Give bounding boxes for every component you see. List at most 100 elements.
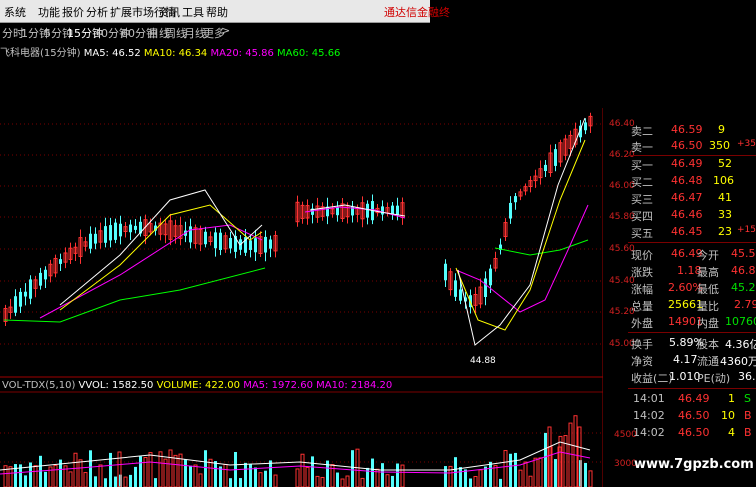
- volume-bar: [129, 474, 132, 487]
- orderbook-price: 46.45: [671, 225, 703, 238]
- tick-direction: B: [744, 409, 752, 422]
- volume-bar: [315, 475, 320, 487]
- volume-bar: [444, 466, 447, 487]
- candle-body: [459, 289, 462, 301]
- orderbook-row[interactable]: 买五 46.45 23 +15: [603, 224, 756, 240]
- orderbook-row[interactable]: 买三 46.47 41: [603, 190, 756, 206]
- ma60-line: [3, 267, 266, 323]
- orderbook-row[interactable]: 买四 46.46 33: [603, 207, 756, 223]
- ma60-label: MA60: 45.66: [277, 48, 341, 59]
- tick-row[interactable]: 14:01 46.49 1 S: [603, 391, 756, 407]
- volume-bar: [168, 449, 173, 487]
- volume-bar: [193, 464, 198, 487]
- volume-bar: [554, 459, 557, 487]
- volume-bar: [53, 464, 58, 487]
- stats-row: 收益(二) 1.010 PE(动) 36.2: [603, 369, 756, 385]
- volume-bar: [73, 452, 78, 487]
- orderbook-volume: 23: [718, 225, 732, 238]
- stat-label: 收益(二): [631, 372, 673, 385]
- stats-row: 总量 25661 量比 2.79: [603, 297, 756, 313]
- orderbook-row[interactable]: 卖二 46.59 9: [603, 122, 756, 138]
- orderbook-label: 买一: [631, 159, 653, 172]
- tick-price: 46.50: [678, 409, 710, 422]
- volume-bar: [573, 415, 578, 487]
- stat-label: 外盘: [631, 317, 653, 330]
- orderbook-price: 46.50: [671, 139, 703, 152]
- candle-body: [104, 226, 107, 243]
- volume-bar: [264, 470, 267, 487]
- stat-label: 今开: [697, 249, 719, 262]
- orderbook-volume: 350: [709, 139, 730, 152]
- volume-bar: [489, 461, 492, 487]
- candle-body: [366, 203, 369, 218]
- moving-average-lines: [3, 117, 589, 346]
- volume-bar: [320, 476, 325, 487]
- orderbook-row[interactable]: 买一 46.49 52: [603, 156, 756, 172]
- vol-ma10-label: MA10: 2184.20: [316, 380, 393, 391]
- stat-label: 内盘: [697, 317, 719, 330]
- volume-bar: [29, 462, 32, 487]
- volume-bar: [223, 463, 228, 487]
- candlestick-series: [3, 112, 593, 326]
- stat-value: 4.17: [673, 353, 698, 366]
- volume-indicator-line: VOL-TDX(5,10) VVOL: 1582.50 VOLUME: 422.…: [2, 380, 392, 391]
- stat-label: 涨跌: [631, 266, 653, 279]
- volume-bar: [109, 452, 112, 487]
- stat-value: 4360万: [720, 355, 756, 368]
- volume-bar: [499, 478, 502, 487]
- tick-volume: 4: [728, 426, 735, 439]
- volume-bar: [584, 462, 587, 487]
- ticks-divider: [628, 388, 756, 389]
- volume-bar: [229, 478, 232, 487]
- candle-body: [544, 164, 547, 171]
- orderbook-row[interactable]: 卖一 46.50 350 +350: [603, 138, 756, 154]
- volume-bar: [533, 457, 538, 487]
- volume-bar: [473, 475, 478, 487]
- stats-row: 涨跌 1.18 最高 46.80: [603, 263, 756, 279]
- volume-bar: [336, 472, 339, 487]
- volume-bar: [83, 472, 88, 487]
- volume-bar: [478, 469, 483, 487]
- tick-row[interactable]: 14:02 46.50 4 B: [603, 425, 756, 441]
- stat-value: 45.28: [731, 281, 756, 294]
- volume-bar: [258, 472, 263, 487]
- stat-value: 4.36亿: [725, 338, 756, 351]
- volume-bar: [518, 469, 523, 487]
- stat-label: 最高: [697, 266, 719, 279]
- volume-bar: [198, 473, 203, 487]
- volume-bar: [104, 478, 107, 487]
- volume-bar: [204, 450, 207, 487]
- volume-bar: [360, 477, 365, 487]
- tick-time: 14:01: [633, 392, 665, 405]
- stats-row: 涨幅 2.60% 最低 45.28: [603, 280, 756, 296]
- stat-label: 现价: [631, 249, 653, 262]
- tick-row[interactable]: 14:02 46.50 10 B: [603, 408, 756, 424]
- volume-bar: [493, 465, 498, 487]
- candle-body: [29, 279, 32, 299]
- volume-bar: [371, 458, 374, 487]
- ma5-label: MA5: 46.52: [83, 48, 141, 59]
- volume-bar: [351, 450, 354, 487]
- tick-direction: S: [744, 392, 751, 405]
- volume-bar: [158, 451, 163, 487]
- candle-body: [14, 296, 17, 313]
- volume-bar: [514, 452, 517, 487]
- volume-bar: [295, 468, 300, 487]
- tick-price: 46.49: [678, 392, 710, 405]
- candle-body: [509, 202, 512, 219]
- orderbook-label: 卖一: [631, 141, 653, 154]
- volume-bar: [345, 475, 350, 487]
- candle-body: [381, 206, 384, 215]
- tick-time: 14:02: [633, 426, 665, 439]
- candle-body: [489, 268, 492, 286]
- volume-bar: [123, 476, 128, 487]
- volume-bar: [509, 453, 512, 487]
- stat-value: 1.010: [669, 370, 701, 383]
- kline-chart[interactable]: [0, 0, 603, 487]
- candle-body: [134, 225, 137, 230]
- stat-label: 净资: [631, 355, 653, 368]
- volume-bar: [78, 459, 83, 487]
- candle-body: [229, 237, 232, 249]
- volume-bar: [173, 454, 178, 487]
- orderbook-row[interactable]: 买二 46.48 106: [603, 173, 756, 189]
